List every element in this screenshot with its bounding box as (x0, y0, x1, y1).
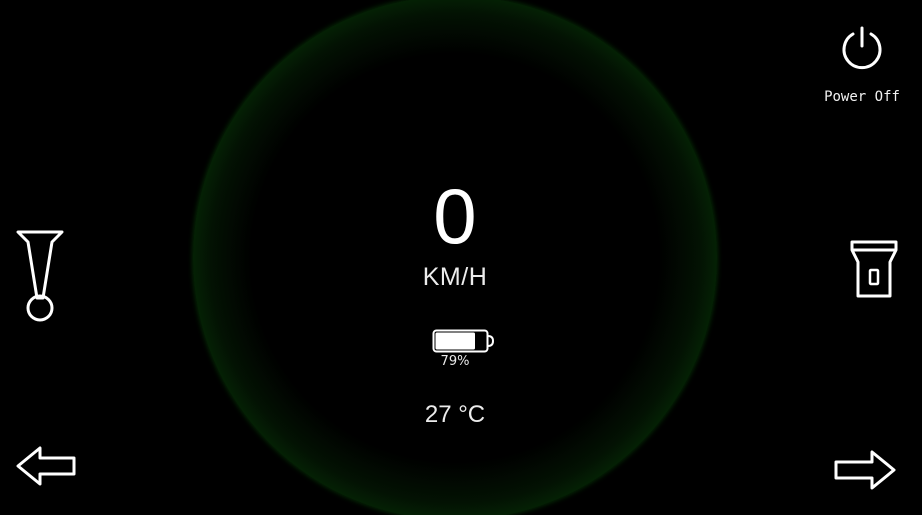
battery-fill (435, 332, 475, 350)
speed-value: 0 (433, 172, 477, 260)
gauge-face: 0 KM/H 79% 27 °C (193, 0, 717, 515)
left-arrow-icon (16, 446, 76, 486)
flashlight-icon (850, 240, 898, 298)
temperature-readout: 27 °C (424, 401, 486, 428)
power-off-label: Power Off (824, 89, 900, 105)
horn-button[interactable] (12, 228, 68, 324)
dashboard-screen: 0 KM/H 79% 27 °C Power Off (0, 0, 922, 515)
horn-icon (16, 230, 64, 322)
speed-unit: KM/H (422, 263, 488, 291)
left-turn-button[interactable] (14, 444, 80, 488)
right-arrow-icon (834, 450, 896, 490)
battery-icon (432, 329, 494, 353)
headlight-button[interactable] (845, 238, 905, 302)
right-turn-button[interactable] (830, 448, 900, 492)
power-off-button[interactable]: Power Off (812, 20, 912, 112)
speedometer-gauge: 0 KM/H 79% 27 °C (193, 0, 717, 515)
battery-percentage: 79% (440, 354, 470, 369)
power-icon (842, 26, 882, 70)
